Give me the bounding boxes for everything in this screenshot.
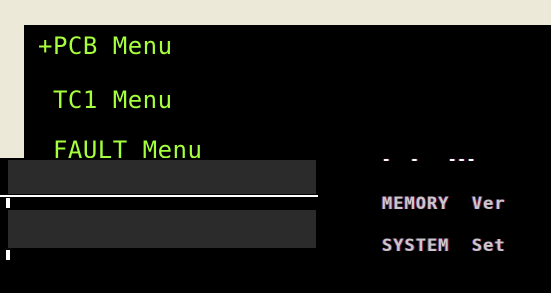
artifact-bar <box>8 160 316 194</box>
divider <box>0 195 318 197</box>
garbled-text: MEMORY Ver <box>382 194 506 214</box>
menu-item-tc1[interactable]: TC1 Menu <box>38 81 173 119</box>
cursor-tick <box>6 198 10 208</box>
redraw-artifact-right: - - --- MEMORY Ver SYSTEM Set <box>380 150 551 255</box>
garbled-text: - - --- <box>382 152 477 168</box>
menu-item-pcb[interactable]: +PCB Menu <box>38 27 173 65</box>
cursor-tick <box>6 250 10 260</box>
artifact-bar <box>8 210 316 248</box>
garbled-text: SYSTEM Set <box>382 236 506 255</box>
redraw-artifact-left <box>0 158 318 293</box>
